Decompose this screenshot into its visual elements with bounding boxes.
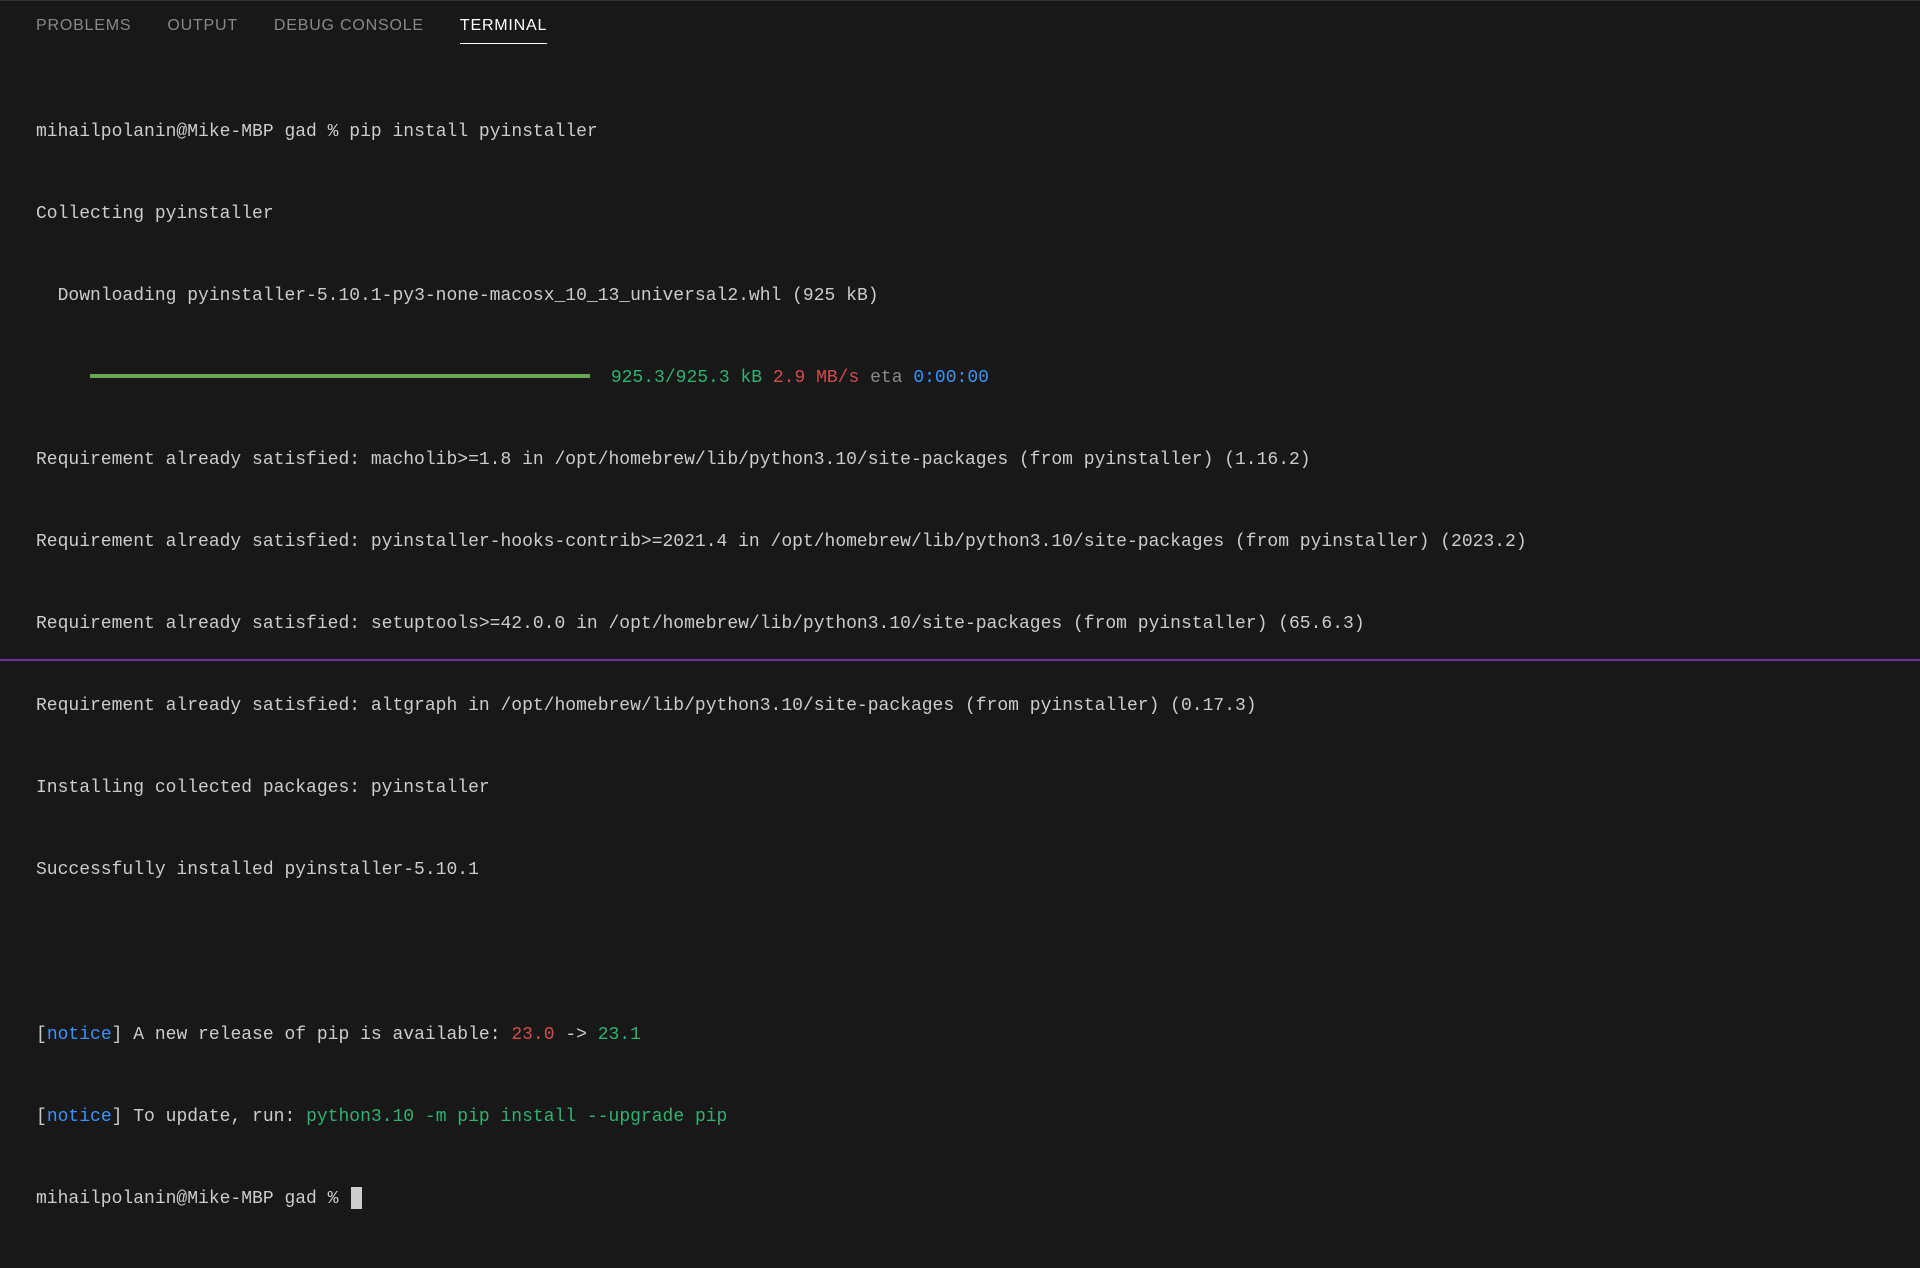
notice-2-text: To update, run: [122,1107,306,1127]
bracket-close-2: ] [112,1107,123,1127]
notice-1-oldver: 23.0 [511,1025,554,1045]
output-progress: 925.3/925.3 kB 2.9 MB/s eta 0:00:00 [36,365,1884,392]
notice-word: notice [47,1025,112,1045]
output-req-4: Requirement already satisfied: altgraph … [36,693,1884,720]
output-req-1: Requirement already satisfied: macholib>… [36,447,1884,474]
prompt-userhost: mihailpolanin@Mike-MBP [36,122,274,142]
entered-command: pip install pyinstaller [349,122,597,142]
output-req-2: Requirement already satisfied: pyinstall… [36,529,1884,556]
tab-debug-console[interactable]: DEBUG CONSOLE [274,17,424,44]
progress-speed: 2.9 MB/s [773,368,859,388]
output-collecting: Collecting pyinstaller [36,201,1884,228]
progress-size: 925.3/925.3 kB [611,368,762,388]
bracket-close: ] [112,1025,123,1045]
output-success: Successfully installed pyinstaller-5.10.… [36,857,1884,884]
notice-1-text: A new release of pip is available: [122,1025,511,1045]
notice-1-newver: 23.1 [598,1025,641,1045]
output-req-3: Requirement already satisfied: setuptool… [36,611,1884,638]
blank-line [36,940,1884,967]
notice-1-arrow: -> [555,1025,598,1045]
cursor [351,1187,362,1209]
bracket-open-2: [ [36,1107,47,1127]
tab-problems[interactable]: PROBLEMS [36,17,131,44]
progress-eta-time: 0:00:00 [913,368,989,388]
output-notice-2: [notice] To update, run: python3.10 -m p… [36,1104,1884,1131]
prompt-sep: % [328,122,339,142]
progress-indent [36,368,90,388]
progress-bar [90,374,590,378]
prompt-sep-2: % [328,1189,339,1209]
panel-container: PROBLEMS OUTPUT DEBUG CONSOLE TERMINAL m… [0,0,1920,661]
prompt-cwd: gad [284,122,316,142]
bracket-open: [ [36,1025,47,1045]
prompt-userhost-2: mihailpolanin@Mike-MBP [36,1189,274,1209]
notice-2-cmd: python3.10 -m pip install --upgrade pip [306,1107,727,1127]
prompt-line-1: mihailpolanin@Mike-MBP gad % pip install… [36,119,1884,146]
output-downloading: Downloading pyinstaller-5.10.1-py3-none-… [36,283,1884,310]
prompt-cwd-2: gad [284,1189,316,1209]
progress-eta-label: eta [870,368,902,388]
tab-output[interactable]: OUTPUT [167,17,238,44]
notice-word-2: notice [47,1107,112,1127]
prompt-line-2: mihailpolanin@Mike-MBP gad % [36,1186,1884,1213]
tab-terminal[interactable]: TERMINAL [460,17,547,44]
output-notice-1: [notice] A new release of pip is availab… [36,1022,1884,1049]
output-installing: Installing collected packages: pyinstall… [36,775,1884,802]
panel-tabs: PROBLEMS OUTPUT DEBUG CONSOLE TERMINAL [0,1,1920,54]
